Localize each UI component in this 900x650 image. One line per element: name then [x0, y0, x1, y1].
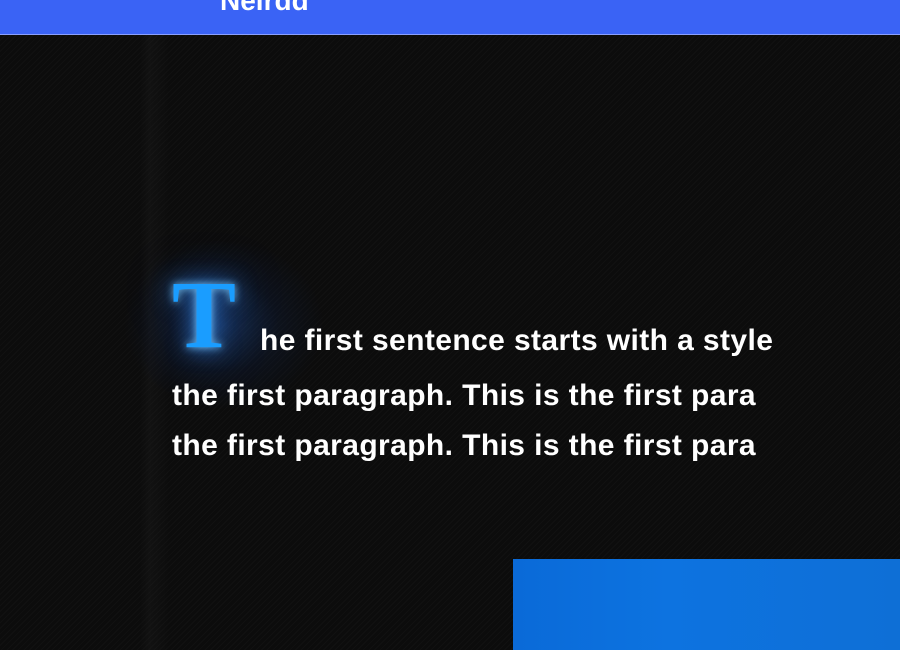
paragraph-line-3: the first paragraph. This is the first p… [172, 429, 756, 462]
blue-panel [513, 559, 900, 650]
site-title[interactable]: Neirdd [220, 0, 309, 16]
paragraph-line-2: the first paragraph. This is the first p… [172, 379, 756, 412]
drop-cap: T [172, 261, 237, 368]
top-bar: Neirdd [0, 0, 900, 35]
paragraph-line-1: he first sentence starts with a style [260, 324, 774, 357]
drop-cap-wrap: T [172, 261, 238, 368]
